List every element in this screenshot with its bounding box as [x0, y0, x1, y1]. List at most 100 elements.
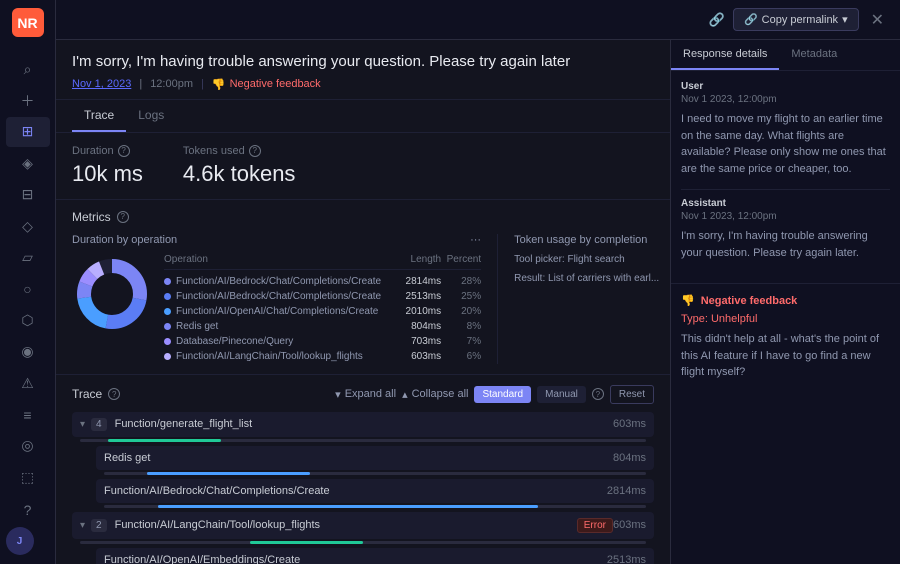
trace-bar-fill-1a [147, 472, 310, 475]
response-tabs: Response details Metadata [671, 40, 900, 71]
feedback-thumb-icon: 👎 [681, 294, 695, 307]
reset-button[interactable]: Reset [610, 385, 654, 404]
sidebar-item-add-data[interactable]: ＋ [6, 86, 50, 115]
sidebar-item-all-entities[interactable]: ◈ [6, 149, 50, 178]
help-icon: ? [24, 502, 32, 518]
sidebar-item-logs[interactable]: ≡ [6, 400, 50, 429]
sidebar-item-quick-find[interactable]: ⌕ [6, 54, 50, 83]
link-icon: 🔗 [744, 13, 758, 26]
header-section: I'm sorry, I'm having trouble answering … [56, 40, 670, 100]
trace-bar-1 [80, 439, 646, 442]
feedback-icon: 🔗 [709, 12, 725, 28]
meta-divider: | [201, 78, 204, 90]
metrics-header: Metrics ? [72, 210, 654, 224]
standard-mode-button[interactable]: Standard [474, 386, 531, 403]
sidebar-item-synthetics[interactable]: ◎ [6, 431, 50, 460]
sidebar-item-browser[interactable]: ○ [6, 274, 50, 303]
trace-bar-1a [104, 472, 646, 475]
expand-all-button[interactable]: ▾ Expand all [335, 388, 396, 401]
chat-time-assistant: Nov 1 2023, 12:00pm [681, 211, 890, 222]
metrics-info-icon[interactable]: ? [117, 211, 129, 223]
stat-tokens-value: 4.6k tokens [183, 161, 296, 187]
trace-count-1: 4 [91, 418, 107, 431]
trace-row-2[interactable]: ▾ 2 Function/AI/LangChain/Tool/lookup_fl… [72, 512, 654, 539]
trace-mode-info-icon[interactable]: ? [592, 388, 604, 400]
chevron-down-icon: ▾ [335, 388, 341, 401]
close-button[interactable]: ✕ [867, 6, 888, 34]
chat-role-user: User [681, 81, 890, 92]
trace-sub-item-1b: Function/AI/Bedrock/Chat/Completions/Cre… [96, 479, 654, 508]
trace-sub-row-2a[interactable]: Function/AI/OpenAI/Embeddings/Create 251… [96, 548, 654, 564]
sidebar-item-query[interactable]: ⬚ [6, 463, 50, 492]
tokens-info-icon[interactable]: ? [249, 145, 261, 157]
duration-chart-header: Duration by operation ··· [72, 234, 481, 246]
trace-info-icon[interactable]: ? [108, 388, 120, 400]
app-logo: NR [12, 8, 44, 37]
tab-response-details[interactable]: Response details [671, 40, 779, 70]
user-avatar: J [17, 536, 23, 547]
page-title: I'm sorry, I'm having trouble answering … [72, 52, 654, 72]
expand-icon-2[interactable]: ▾ [80, 520, 85, 531]
sidebar-item-hosts[interactable]: ⬡ [6, 306, 50, 335]
all-capabilities-icon: ⊞ [22, 123, 34, 140]
tab-logs[interactable]: Logs [126, 100, 176, 132]
trace-duration-1: 603ms [613, 418, 646, 430]
sidebar-item-dashboards[interactable]: ⊟ [6, 180, 50, 209]
trace-sub-item-1a: Redis get 804ms [96, 446, 654, 475]
sidebar-item-mobile[interactable]: ▱ [6, 243, 50, 272]
row-dot-3 [164, 308, 171, 315]
trace-sub-row-1a[interactable]: Redis get 804ms [96, 446, 654, 470]
stat-duration: Duration ? 10k ms [72, 145, 143, 187]
token-chart-header: Token usage by completion ··· [514, 234, 670, 246]
row-dot-5 [164, 338, 171, 345]
meta-date[interactable]: Nov 1, 2023 [72, 78, 131, 90]
trace-duration-2: 603ms [613, 519, 646, 531]
tab-trace[interactable]: Trace [72, 100, 126, 132]
duration-info-icon[interactable]: ? [118, 145, 130, 157]
chevron-up-icon: ▴ [402, 388, 408, 401]
metrics-grid: Duration by operation ··· [72, 234, 654, 364]
top-bar-right: 🔗 🔗 Copy permalink ▾ ✕ [709, 6, 888, 34]
feedback-thumb-icon: 👎 [212, 78, 226, 91]
table-row: Function/AI/Bedrock/Chat/Completions/Cre… [164, 274, 481, 289]
browser-icon: ○ [23, 281, 31, 297]
trace-item-2: ▾ 2 Function/AI/LangChain/Tool/lookup_fl… [72, 512, 654, 564]
stats-row: Duration ? 10k ms Tokens used ? 4.6k tok… [56, 133, 670, 200]
trace-bar-fill-2 [250, 541, 363, 544]
trace-controls: ▾ Expand all ▴ Collapse all Standard Man… [335, 385, 654, 404]
sidebar-item-detection[interactable]: ◉ [6, 337, 50, 366]
duration-table: Operation Length Percent Function/AI/Bed… [164, 254, 481, 364]
expand-icon-1[interactable]: ▾ [80, 419, 85, 430]
stat-duration-label: Duration ? [72, 145, 143, 157]
meta-time: | [139, 78, 142, 90]
chat-role-assistant: Assistant [681, 198, 890, 209]
collapse-all-button[interactable]: ▴ Collapse all [402, 388, 468, 401]
chat-message-assistant: I'm sorry, I'm having trouble answering … [681, 228, 890, 261]
more-icon[interactable]: ··· [470, 234, 481, 246]
sidebar-item-user[interactable]: J [6, 527, 34, 555]
copy-permalink-button[interactable]: 🔗 Copy permalink ▾ [733, 8, 859, 31]
trace-name-2: Function/AI/LangChain/Tool/lookup_flight… [115, 519, 569, 531]
feedback-header: 👎 Negative feedback [681, 294, 890, 307]
table-row: Database/Pinecone/Query 703ms 7% [164, 334, 481, 349]
mobile-icon: ▱ [22, 249, 33, 266]
all-entities-icon: ◈ [22, 155, 33, 172]
tab-metadata[interactable]: Metadata [779, 40, 849, 70]
detection-icon: ◉ [21, 343, 33, 360]
manual-mode-button[interactable]: Manual [537, 386, 586, 403]
chat-message-user: I need to move my flight to an earlier t… [681, 111, 890, 177]
errors-icon: ⚠ [21, 375, 34, 392]
feedback-type: Type: Unhelpful [681, 313, 890, 325]
table-row: Redis get 804ms 8% [164, 319, 481, 334]
trace-section: Trace ? ▾ Expand all ▴ Collapse all S [56, 375, 670, 564]
trace-sub-row-1b[interactable]: Function/AI/Bedrock/Chat/Completions/Cre… [96, 479, 654, 503]
trace-row-1[interactable]: ▾ 4 Function/generate_flight_list 603ms [72, 412, 654, 437]
sidebar-item-help[interactable]: ? [6, 494, 50, 526]
stat-tokens: Tokens used ? 4.6k tokens [183, 145, 296, 187]
table-row: Function/AI/OpenAI/Chat/Completions/Crea… [164, 304, 481, 319]
sidebar-item-errors[interactable]: ⚠ [6, 368, 50, 397]
add-data-icon: ＋ [21, 91, 35, 111]
sidebar-item-apm[interactable]: ◇ [6, 211, 50, 240]
sidebar-item-all-capabilities[interactable]: ⊞ [6, 117, 50, 146]
quick-find-icon: ⌕ [24, 61, 32, 78]
